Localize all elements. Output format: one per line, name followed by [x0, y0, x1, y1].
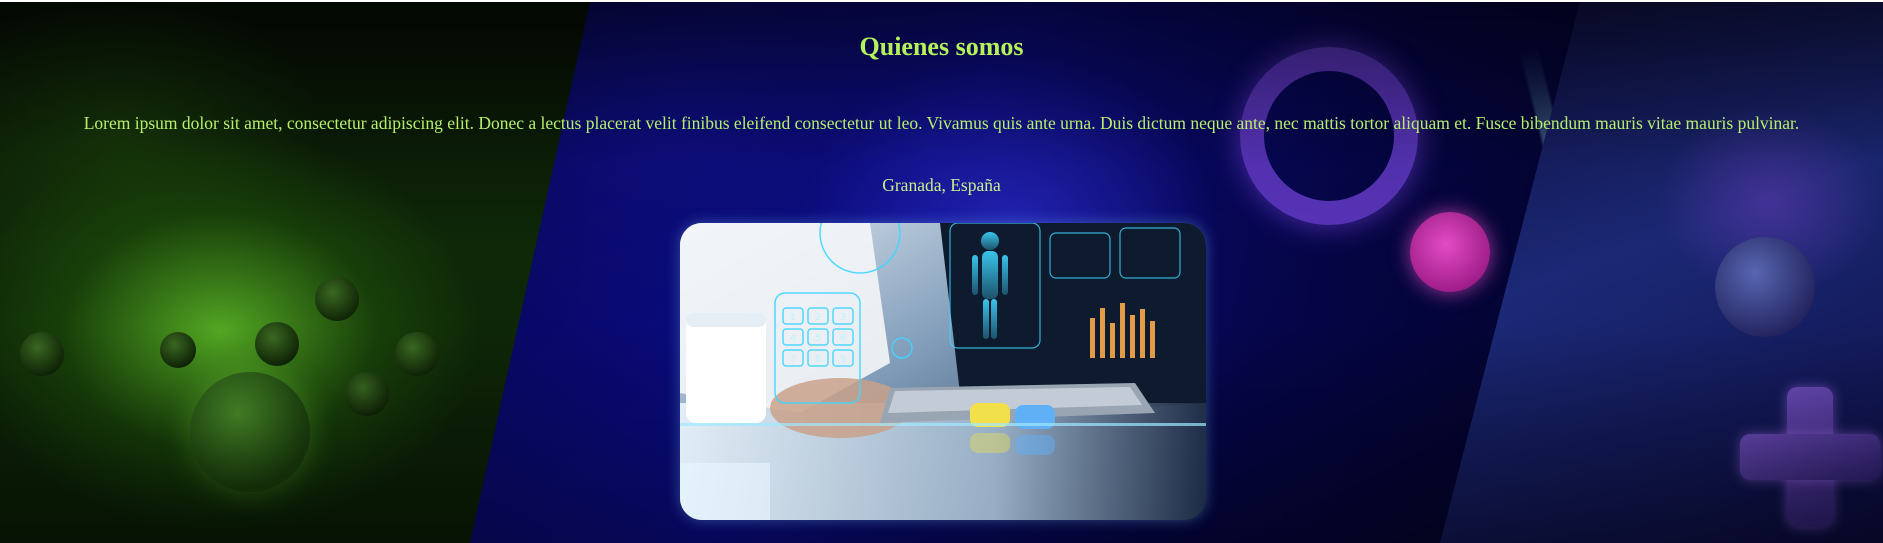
about-section: Quienes somos Lorem ipsum dolor sit amet… — [0, 2, 1883, 543]
keypad-digit: 7 — [790, 354, 796, 365]
keypad-digit: 3 — [840, 312, 846, 323]
keypad-digit: 5 — [815, 333, 821, 344]
keypad-digit: 8 — [815, 354, 821, 365]
keypad-digit: 6 — [840, 333, 846, 344]
keypad-digit: 9 — [840, 354, 846, 365]
page-frame: Quienes somos Lorem ipsum dolor sit amet… — [0, 2, 1883, 543]
technology-photo: 1 2 3 4 5 6 7 8 9 — [680, 223, 1206, 520]
keypad-digit: 1 — [790, 312, 796, 323]
section-description: Lorem ipsum dolor sit amet, consectetur … — [83, 113, 1800, 133]
section-title: Quienes somos — [859, 32, 1024, 61]
keypad-digit: 4 — [790, 333, 796, 344]
keypad-digit: 2 — [815, 312, 821, 323]
location-text: Granada, España — [882, 175, 1001, 195]
